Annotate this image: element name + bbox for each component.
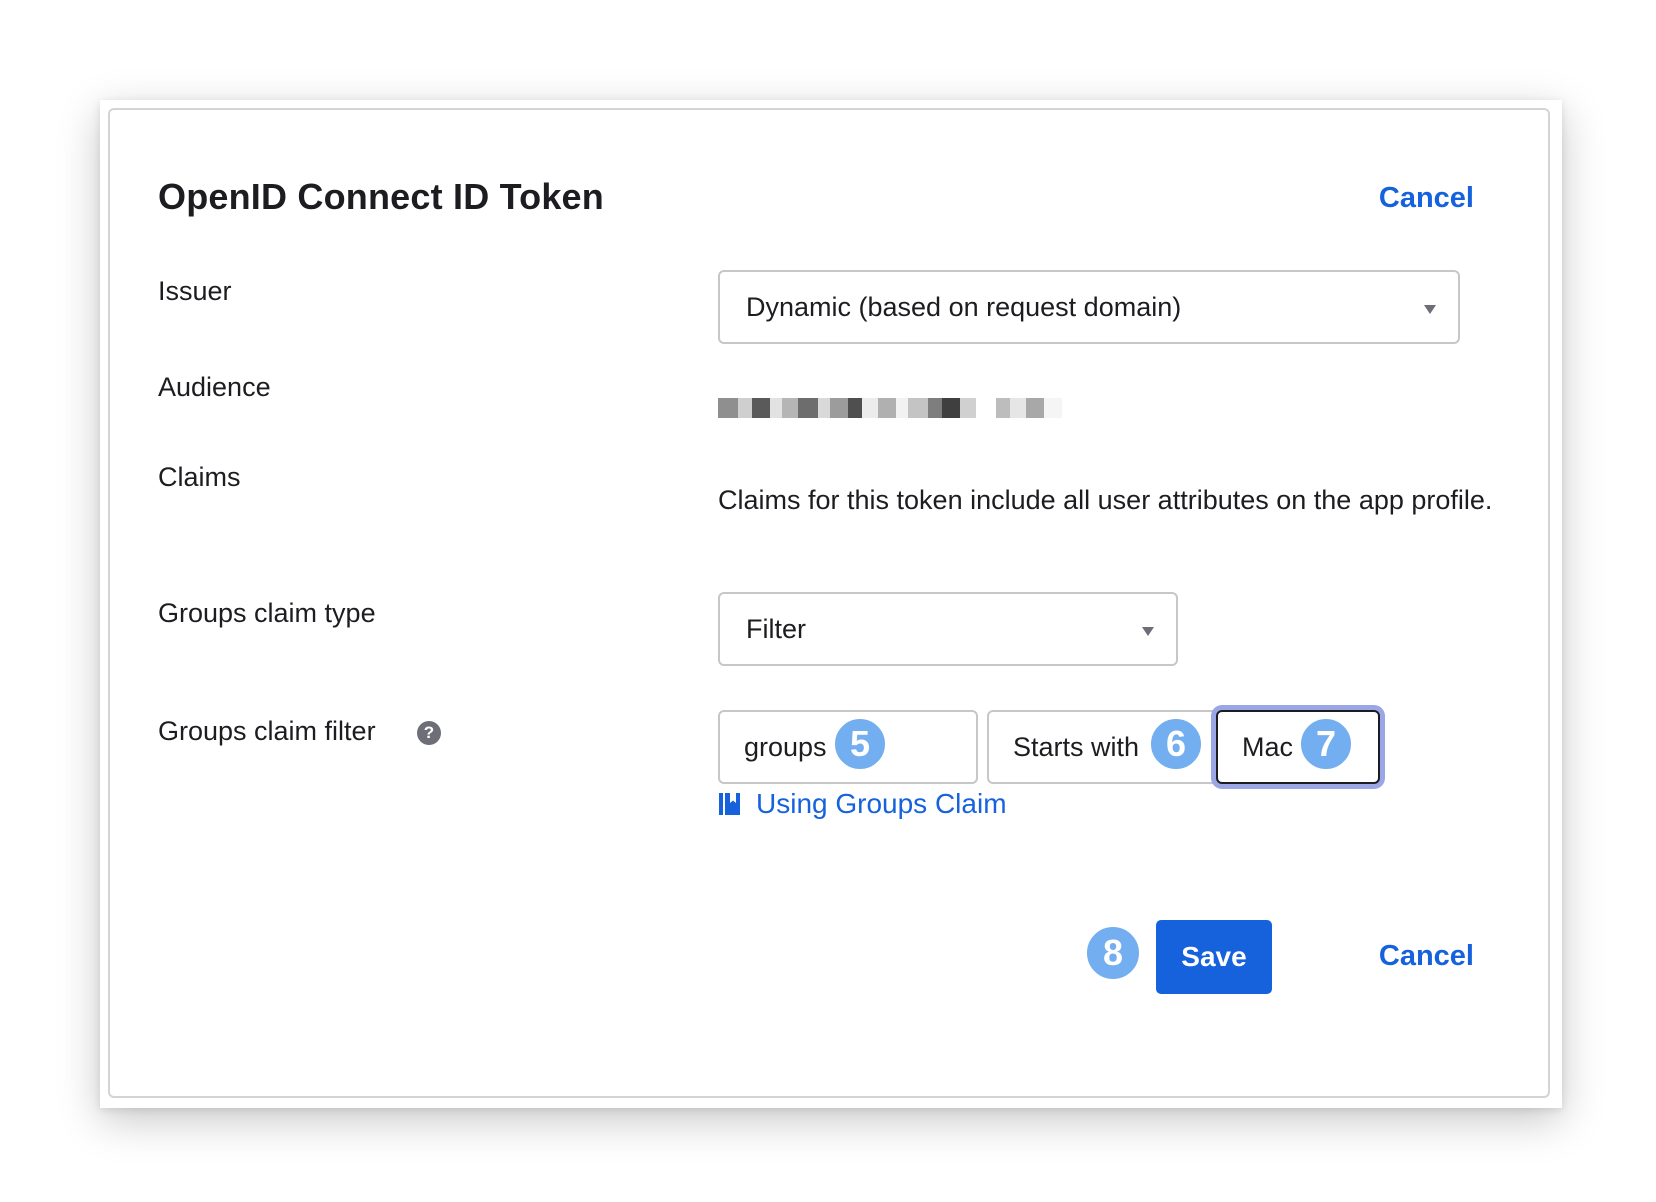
save-button[interactable]: Save [1156,920,1272,994]
issuer-select[interactable]: Dynamic (based on request domain) [718,270,1460,344]
using-groups-claim-label: Using Groups Claim [756,788,1007,819]
audience-label: Audience [158,372,271,402]
cancel-top-link[interactable]: Cancel [1379,182,1474,215]
groups-claim-type-label: Groups claim type [158,598,376,628]
annotation-badge-5: 5 [832,716,888,772]
groups-claim-type-value: Filter [746,613,806,644]
annotation-badge-8: 8 [1084,924,1142,982]
audience-redacted-value [718,398,1070,418]
caret-down-icon [1424,305,1436,314]
caret-down-icon [1142,627,1154,636]
question-circle-icon[interactable]: ? [417,721,441,745]
issuer-select-value: Dynamic (based on request domain) [746,291,1182,322]
page: OpenID Connect ID Token Cancel Issuer Dy… [0,0,1656,1202]
claims-label: Claims [158,462,241,492]
groups-claim-type-select[interactable]: Filter [718,592,1178,666]
dialog-title: OpenID Connect ID Token [158,176,604,217]
using-groups-claim-link[interactable]: Using Groups Claim [718,788,1007,820]
issuer-label: Issuer [158,276,232,306]
openid-token-dialog: OpenID Connect ID Token Cancel Issuer Dy… [108,108,1550,1098]
groups-claim-filter-label: Groups claim filter [158,716,376,746]
annotation-badge-6: 6 [1148,716,1204,772]
annotation-badge-7: 7 [1298,716,1354,772]
groups-claim-name-value: groups [744,731,827,762]
claims-description: Claims for this token include all user a… [718,485,1493,515]
book-icon [719,793,740,815]
cancel-bottom-link[interactable]: Cancel [1379,940,1474,973]
groups-claim-filter-value: Mac [1242,731,1294,762]
groups-claim-operator-value: Starts with [1013,731,1140,762]
